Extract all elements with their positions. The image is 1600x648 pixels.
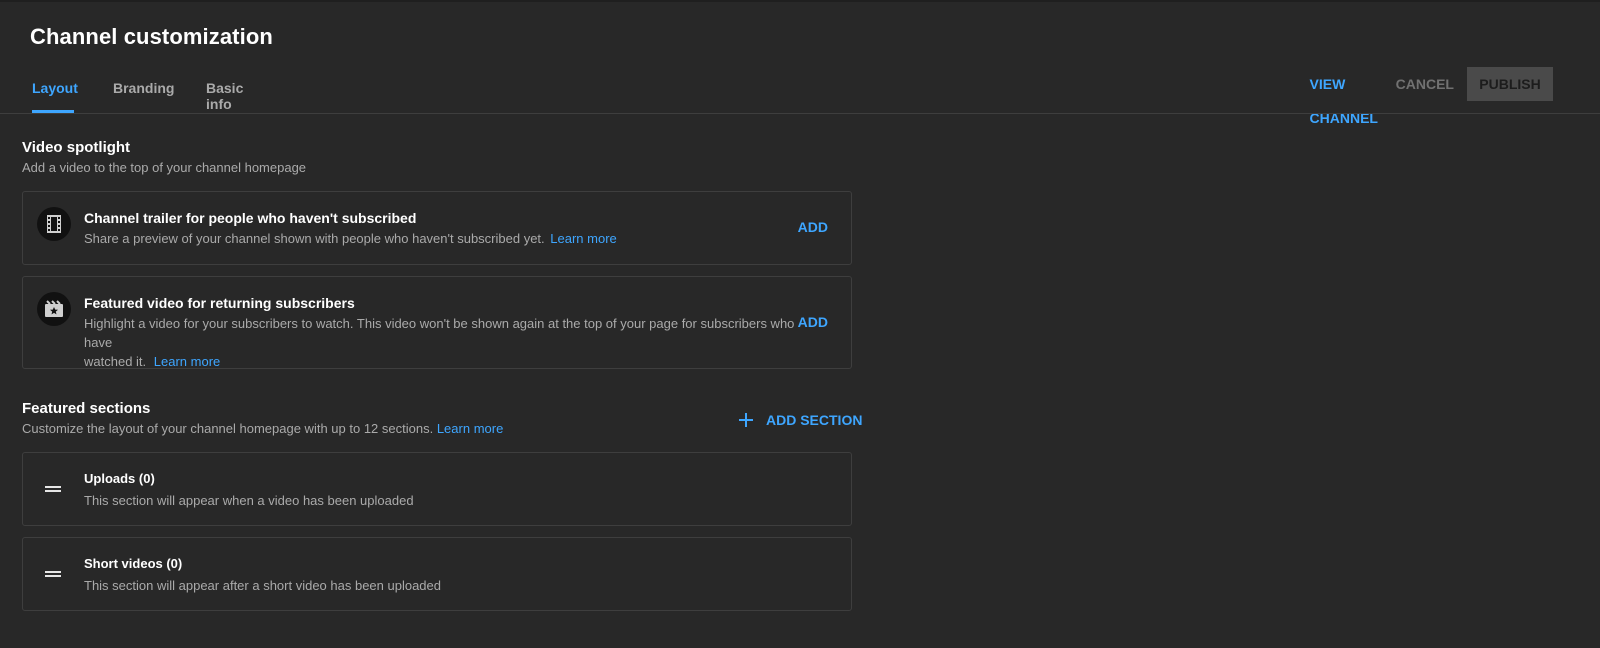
featured-video-icon bbox=[37, 292, 71, 326]
learn-more-link[interactable]: Learn more bbox=[550, 231, 616, 246]
view-channel-button[interactable]: VIEW CHANNEL bbox=[1310, 67, 1378, 126]
add-section-button[interactable]: ADD SECTION bbox=[738, 410, 862, 430]
short-videos-section-card: Short videos (0) This section will appea… bbox=[22, 537, 852, 611]
tab-label: Basic info bbox=[206, 80, 244, 112]
page-title: Channel customization bbox=[30, 24, 273, 49]
section-description: This section will appear after a short v… bbox=[84, 578, 441, 593]
add-featured-video-button[interactable]: ADD bbox=[798, 314, 828, 330]
section-title: Uploads (0) bbox=[84, 471, 155, 486]
card-description: Highlight a video for your subscribers t… bbox=[84, 314, 804, 371]
channel-trailer-card: Channel trailer for people who haven't s… bbox=[22, 191, 852, 265]
plus-icon bbox=[739, 413, 753, 427]
publish-button[interactable]: PUBLISH bbox=[1467, 67, 1553, 101]
video-spotlight-heading: Video spotlight bbox=[22, 139, 131, 156]
featured-sections-description: Customize the layout of your channel hom… bbox=[22, 421, 503, 436]
uploads-section-card: Uploads (0) This section will appear whe… bbox=[22, 452, 852, 526]
card-title: Featured video for returning subscribers bbox=[84, 295, 355, 311]
film-icon bbox=[37, 207, 71, 241]
featured-sections-heading: Featured sections bbox=[22, 400, 151, 417]
add-channel-trailer-button[interactable]: ADD bbox=[798, 219, 828, 235]
learn-more-link[interactable]: Learn more bbox=[437, 421, 503, 436]
tab-label: Layout bbox=[32, 80, 78, 96]
featured-sections-description-text: Customize the layout of your channel hom… bbox=[22, 421, 434, 436]
cancel-button[interactable]: CANCEL bbox=[1396, 67, 1454, 101]
card-description-line-2: watched it. Learn more bbox=[84, 352, 804, 371]
card-description-line: Highlight a video for your subscribers t… bbox=[84, 316, 795, 350]
tab-label: Branding bbox=[113, 80, 175, 96]
top-strip bbox=[0, 0, 1600, 2]
card-description-text: Share a preview of your channel shown wi… bbox=[84, 231, 545, 246]
section-description: This section will appear when a video ha… bbox=[84, 493, 414, 508]
learn-more-link[interactable]: Learn more bbox=[154, 354, 220, 369]
header-divider bbox=[0, 113, 1600, 114]
featured-video-card: Featured video for returning subscribers… bbox=[22, 276, 852, 369]
add-section-label: ADD SECTION bbox=[766, 412, 863, 428]
drag-handle-icon[interactable] bbox=[45, 571, 61, 578]
card-description-text: watched it. bbox=[84, 354, 147, 369]
tab-basic-info[interactable]: Basic info bbox=[206, 80, 272, 113]
card-title: Channel trailer for people who haven't s… bbox=[84, 210, 417, 226]
video-spotlight-description: Add a video to the top of your channel h… bbox=[22, 160, 307, 175]
tab-branding[interactable]: Branding bbox=[113, 80, 175, 113]
drag-handle-icon[interactable] bbox=[45, 486, 61, 493]
section-title: Short videos (0) bbox=[84, 556, 183, 571]
card-description: Share a preview of your channel shown wi… bbox=[84, 229, 617, 248]
tab-layout[interactable]: Layout bbox=[32, 80, 78, 113]
